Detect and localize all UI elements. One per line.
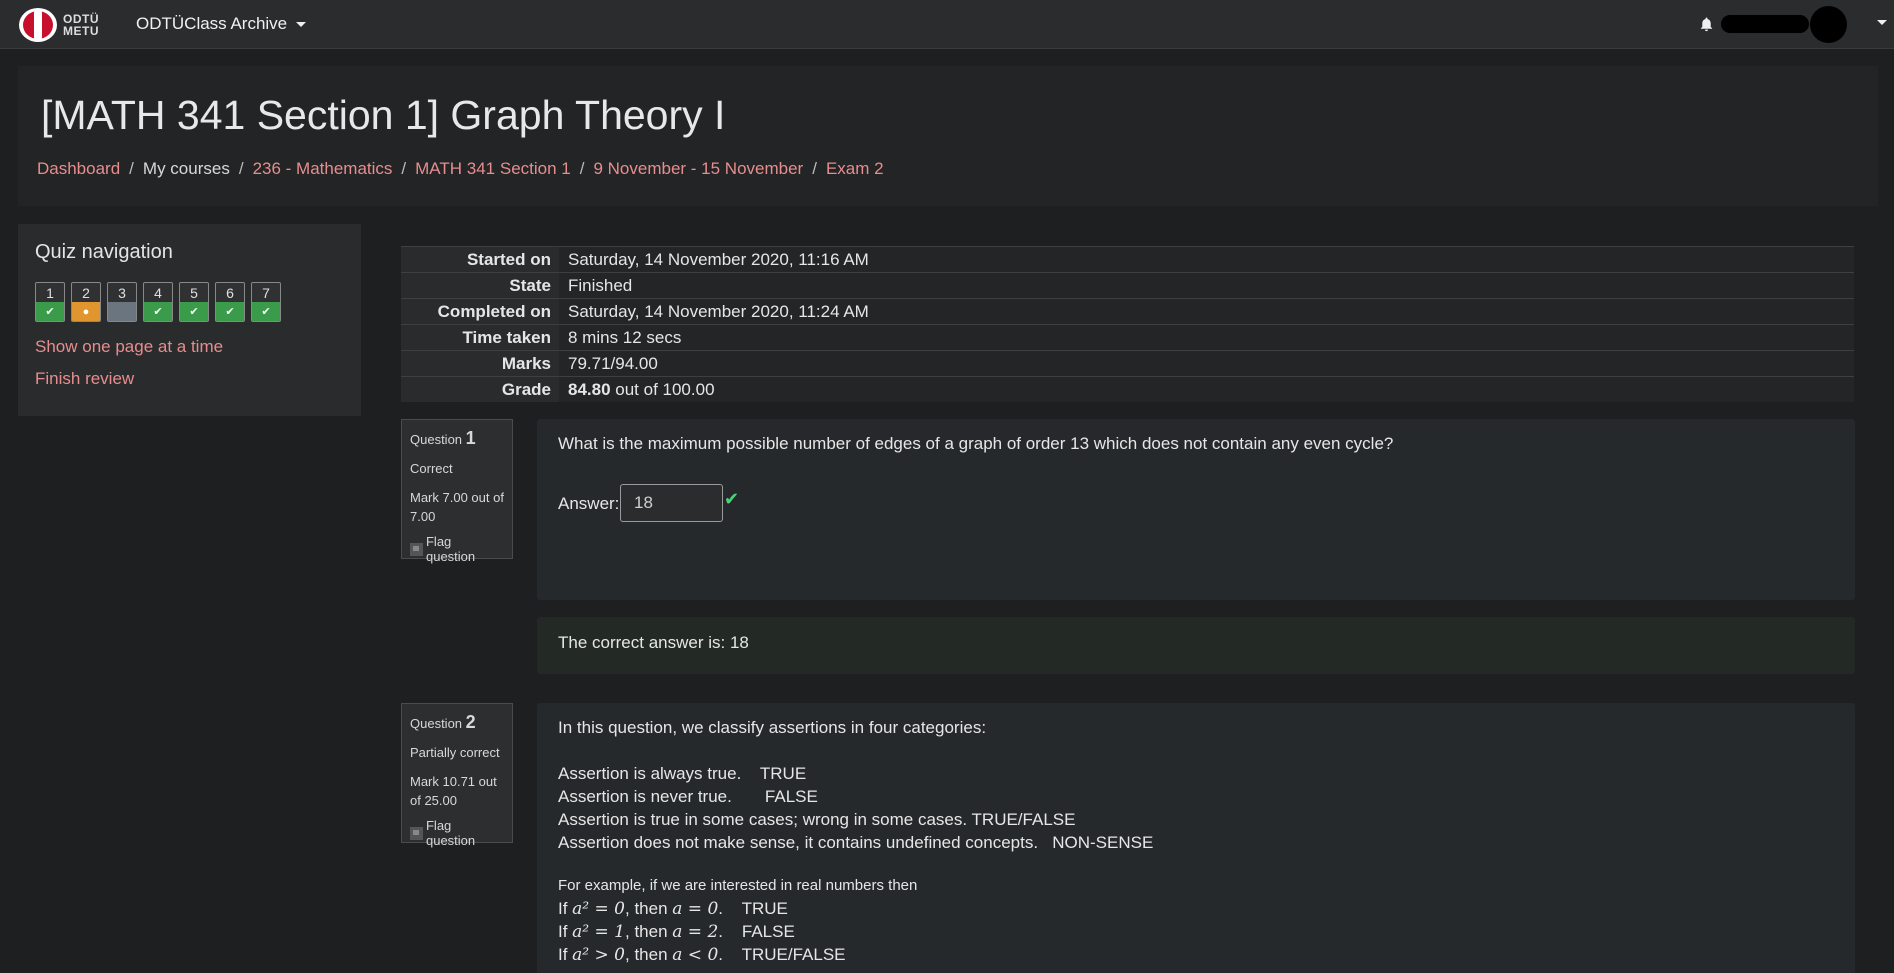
site-logo[interactable]: ODTÜ METU <box>19 8 101 42</box>
user-menu-chevron-icon[interactable] <box>1877 20 1887 25</box>
quiz-nav-button-2[interactable]: 2 ● <box>71 282 101 322</box>
top-navbar: ODTÜ METU ODTÜClass Archive <box>0 0 1894 49</box>
table-row: Started on Saturday, 14 November 2020, 1… <box>401 246 1854 272</box>
table-row: Grade 84.80 out of 100.00 <box>401 376 1854 402</box>
check-icon: ✔ <box>252 302 280 321</box>
bell-icon[interactable] <box>1699 16 1714 32</box>
quiz-nav-button-6[interactable]: 6 ✔ <box>215 282 245 322</box>
flag-icon <box>410 542 423 556</box>
table-row: Marks 79.71/94.00 <box>401 350 1854 376</box>
summary-value: Finished <box>559 273 1854 298</box>
quiz-navigation-buttons: 1 ✔ 2 ● 3 4 ✔ 5 ✔ 6 ✔ 7 ✔ <box>35 282 287 322</box>
category-line: Assertion is true in some cases; wrong i… <box>558 810 1076 829</box>
grade-value: 84.80 <box>568 380 611 399</box>
summary-label: State <box>401 273 559 298</box>
grade-out-of: out of 100.00 <box>610 380 715 399</box>
summary-value: 79.71/94.00 <box>559 351 1854 376</box>
example-line: If a² = 0, then a = 0. TRUE <box>558 899 788 919</box>
question-2-content: In this question, we classify assertions… <box>537 703 1855 973</box>
avatar[interactable] <box>1810 6 1847 43</box>
attempt-summary-table: Started on Saturday, 14 November 2020, 1… <box>401 246 1854 402</box>
example-intro: For example, if we are interested in rea… <box>558 877 918 894</box>
breadcrumb: Dashboard / My courses / 236 - Mathemati… <box>37 159 884 179</box>
breadcrumb-dashboard[interactable]: Dashboard <box>37 159 120 179</box>
page-header: [MATH 341 Section 1] Graph Theory I Dash… <box>18 66 1878 206</box>
show-one-page-link[interactable]: Show one page at a time <box>35 337 223 357</box>
breadcrumb-exam[interactable]: Exam 2 <box>826 159 884 179</box>
answer-field[interactable]: 18 <box>620 484 723 522</box>
category-line: Assertion is never true. FALSE <box>558 787 818 806</box>
check-icon: ✔ <box>144 302 172 321</box>
question-1-feedback: The correct answer is: 18 <box>537 617 1855 674</box>
check-icon: ✔ <box>216 302 244 321</box>
question-2-info: Question 2 Partially correct Mark 10.71 … <box>401 703 513 848</box>
question-number: Question 2 <box>410 712 476 732</box>
partial-circle-icon: ● <box>72 302 100 321</box>
question-text: What is the maximum possible number of e… <box>558 434 1394 453</box>
flag-icon <box>410 826 423 840</box>
breadcrumb-my-courses: My courses <box>142 159 230 178</box>
question-1-info: Question 1 Correct Mark 7.00 out of 7.00… <box>401 419 513 564</box>
flag-question-button[interactable]: Flag question <box>410 534 504 564</box>
correct-answer-text: The correct answer is: 18 <box>558 633 749 652</box>
category-line: Assertion is always true. TRUE <box>558 764 807 783</box>
summary-label: Time taken <box>401 325 559 350</box>
logo-text: ODTÜ METU <box>63 12 99 38</box>
quiz-nav-button-4[interactable]: 4 ✔ <box>143 282 173 322</box>
breadcrumb-separator: / <box>129 159 134 178</box>
chevron-down-icon <box>296 21 307 27</box>
user-name-redacted[interactable] <box>1721 15 1809 33</box>
not-graded-indicator <box>108 302 136 321</box>
breadcrumb-separator: / <box>238 159 244 178</box>
page-title: [MATH 341 Section 1] Graph Theory I <box>41 92 726 138</box>
breadcrumb-separator: / <box>579 159 585 178</box>
flag-question-label: Flag question <box>425 818 476 848</box>
breadcrumb-course[interactable]: MATH 341 Section 1 <box>415 159 571 179</box>
flag-question-label: Flag question <box>425 534 476 564</box>
quiz-nav-button-3[interactable]: 3 <box>107 282 137 322</box>
quiz-navigation-title: Quiz navigation <box>35 241 173 263</box>
breadcrumb-category[interactable]: 236 - Mathematics <box>253 159 393 179</box>
site-title-label: ODTÜClass Archive <box>136 14 288 33</box>
answer-label: Answer: <box>558 494 620 513</box>
category-line: Assertion does not make sense, it contai… <box>558 833 1154 852</box>
summary-label: Grade <box>401 377 559 402</box>
quiz-nav-button-7[interactable]: 7 ✔ <box>251 282 281 322</box>
summary-label: Started on <box>401 247 559 272</box>
quiz-nav-button-5[interactable]: 5 ✔ <box>179 282 209 322</box>
question-mark: Mark 7.00 out of 7.00 <box>410 490 504 524</box>
breadcrumb-separator: / <box>812 159 817 178</box>
question-number: Question 1 <box>410 428 476 448</box>
breadcrumb-section[interactable]: 9 November - 15 November <box>593 159 803 179</box>
check-icon: ✔ <box>36 302 64 321</box>
question-mark: Mark 10.71 out of 25.00 <box>410 774 497 808</box>
summary-value: 8 mins 12 secs <box>559 325 1854 350</box>
question-status: Correct <box>410 461 453 476</box>
table-row: State Finished <box>401 272 1854 298</box>
table-row: Time taken 8 mins 12 secs <box>401 324 1854 350</box>
summary-label: Marks <box>401 351 559 376</box>
logo-emblem <box>19 8 57 42</box>
correct-check-icon: ✔ <box>724 489 740 509</box>
quiz-nav-button-1[interactable]: 1 ✔ <box>35 282 65 322</box>
flag-question-button[interactable]: Flag question <box>410 818 504 848</box>
finish-review-link[interactable]: Finish review <box>35 369 134 389</box>
quiz-navigation-block: Quiz navigation 1 ✔ 2 ● 3 4 ✔ 5 ✔ 6 ✔ 7 … <box>18 224 361 416</box>
summary-value: Saturday, 14 November 2020, 11:16 AM <box>559 247 1854 272</box>
site-title-dropdown[interactable]: ODTÜClass Archive <box>136 14 307 34</box>
example-line: If a² = 1, then a = 2. FALSE <box>558 922 795 942</box>
summary-value: Saturday, 14 November 2020, 11:24 AM <box>559 299 1854 324</box>
question-1-content: What is the maximum possible number of e… <box>537 419 1855 600</box>
check-icon: ✔ <box>180 302 208 321</box>
question-intro: In this question, we classify assertions… <box>558 718 987 737</box>
breadcrumb-separator: / <box>401 159 407 178</box>
example-line: If a² > 0, then a < 0. TRUE/FALSE <box>558 945 846 965</box>
table-row: Completed on Saturday, 14 November 2020,… <box>401 298 1854 324</box>
summary-label: Completed on <box>401 299 559 324</box>
summary-value: 84.80 out of 100.00 <box>559 377 1854 402</box>
question-status: Partially correct <box>410 745 500 760</box>
